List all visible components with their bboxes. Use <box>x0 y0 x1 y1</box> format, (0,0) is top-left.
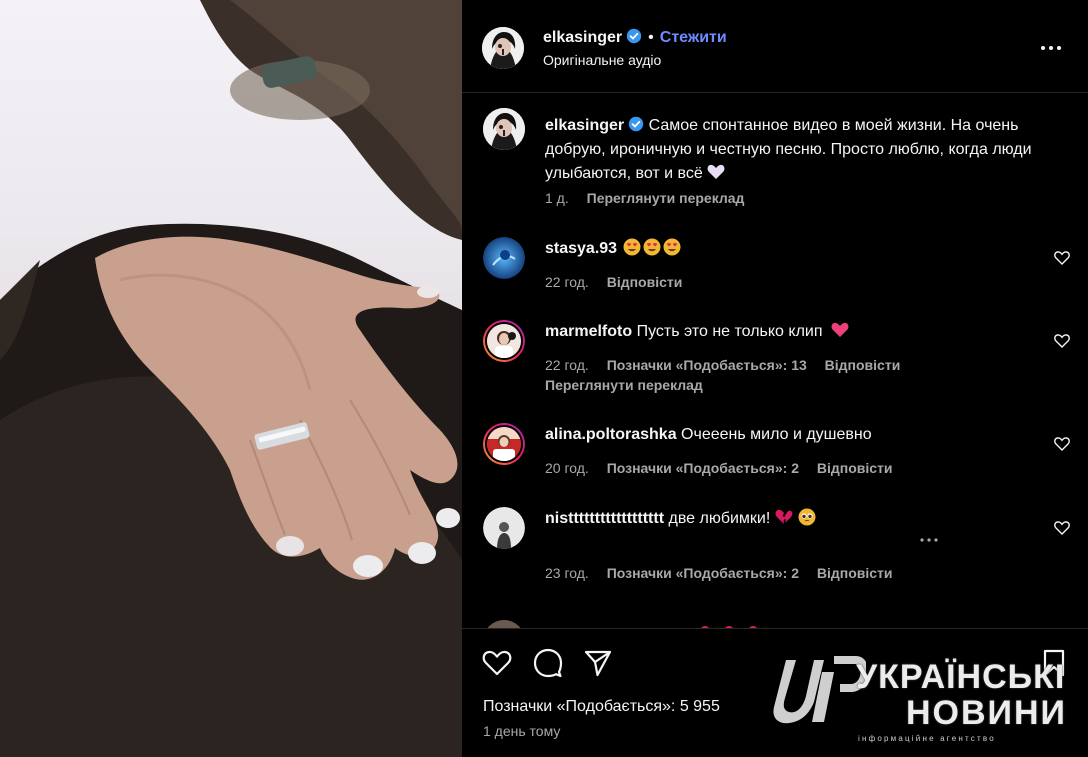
comment-meta: 20 год. Позначки «Подобається»: 2 Відпов… <box>545 460 907 476</box>
comment-options-icon[interactable] <box>918 535 940 545</box>
post-details-panel: elkasinger • Стежити Оригінальне аудіо e… <box>462 0 1088 757</box>
comment-like-heart-icon[interactable] <box>1054 436 1070 452</box>
avatar-inner <box>485 322 523 360</box>
post-header: elkasinger • Стежити Оригінальне аудіо <box>462 0 1088 92</box>
comment-avatar-image <box>483 237 525 279</box>
reply-button[interactable]: Відповісти <box>825 357 901 373</box>
caption-text-block: elkasinger Самое спонтанное видео в моей… <box>545 114 1045 186</box>
comment-like-heart-icon[interactable] <box>1054 250 1070 266</box>
like-heart-icon[interactable] <box>481 647 513 679</box>
caption-time[interactable]: 1 д. <box>545 190 569 206</box>
caption-avatar[interactable] <box>483 108 525 150</box>
video-frame-image <box>0 0 462 757</box>
comment-time[interactable]: 22 год. <box>545 357 589 373</box>
watermark-line-2: НОВИНИ <box>906 694 1067 732</box>
pink-heart-emoji-icon <box>831 322 849 337</box>
separator-dot: • <box>648 29 654 46</box>
comment-text-block: alina.poltorashka Очееень мило и душевно <box>545 423 1045 447</box>
caption-meta: 1 д. Переглянути переклад <box>545 190 758 206</box>
comment-text: Пусть это не только клип <box>636 323 823 340</box>
pleading-face-emoji-icon <box>798 508 816 526</box>
comment-meta: 22 год. Відповісти <box>545 274 696 290</box>
caption-avatar-image <box>483 108 525 150</box>
comment-like-heart-icon[interactable] <box>1054 520 1070 536</box>
reply-button[interactable]: Відповісти <box>817 565 893 581</box>
comment-avatar-image <box>487 427 521 461</box>
comment-username[interactable]: alina.poltorashka <box>545 426 677 443</box>
avatar-inner <box>485 425 523 463</box>
more-icon[interactable] <box>1038 38 1064 58</box>
comment-text-block: stasya.93 <box>545 237 1045 261</box>
comment-avatar[interactable] <box>483 320 525 362</box>
comment-avatar-image <box>483 507 525 549</box>
header-divider <box>462 92 1088 93</box>
comment-likes-count[interactable]: Позначки «Подобається»: 13 <box>607 357 807 373</box>
comment-text: две любимки! <box>668 510 771 527</box>
comment-meta: 22 год. Позначки «Подобається»: 13 Відпо… <box>545 357 914 373</box>
comment-avatar[interactable] <box>483 423 525 465</box>
comment-likes-count[interactable]: Позначки «Подобається»: 2 <box>607 565 799 581</box>
comment-avatar[interactable] <box>483 237 525 279</box>
comment-text-block: marmelfoto Пусть это не только клип <box>545 320 1045 344</box>
news-agency-watermark: УКРАЇНСЬКІ НОВИНИ інформаційне агентство <box>756 648 1065 748</box>
reply-button[interactable]: Відповісти <box>817 460 893 476</box>
share-icon[interactable] <box>582 647 614 679</box>
watermark-line-3: інформаційне агентство <box>858 734 996 743</box>
watermark-logo-icon <box>773 656 866 724</box>
comment-time[interactable]: 22 год. <box>545 274 589 290</box>
watermark-line-1: УКРАЇНСЬКІ <box>856 658 1066 696</box>
comment-row-partial <box>462 620 1088 628</box>
comment-likes-count[interactable]: Позначки «Подобається»: 2 <box>607 460 799 476</box>
actions-divider <box>462 628 1088 629</box>
author-avatar-image <box>482 27 524 69</box>
comment-time[interactable]: 20 год. <box>545 460 589 476</box>
reply-button[interactable]: Відповісти <box>607 274 683 290</box>
verified-badge-icon <box>626 28 642 44</box>
comment-text-block: nistttttttttttttttttt две любимки! <box>545 507 1045 531</box>
broken-heart-emoji-icon <box>775 509 793 524</box>
author-username[interactable]: elkasinger <box>543 29 622 46</box>
comment-avatar[interactable] <box>483 507 525 549</box>
comment-text: Очееень мило и душевно <box>681 426 872 443</box>
comment-avatar-image <box>487 324 521 358</box>
post-video[interactable] <box>0 0 462 757</box>
post-timestamp[interactable]: 1 день тому <box>483 723 560 739</box>
post-likes-count[interactable]: Позначки «Подобається»: 5 955 <box>483 698 720 716</box>
verified-badge-icon <box>628 116 644 132</box>
heart-eyes-emoji-icon <box>622 238 682 257</box>
comment-username[interactable]: nistttttttttttttttttt <box>545 510 664 527</box>
caption-username[interactable]: elkasinger <box>545 117 624 134</box>
comment-avatar[interactable] <box>483 620 525 628</box>
translate-link[interactable]: Переглянути переклад <box>545 377 703 393</box>
comments-list[interactable]: elkasinger Самое спонтанное видео в моей… <box>462 94 1088 628</box>
comment-meta: 23 год. Позначки «Подобається»: 2 Відпов… <box>545 565 907 581</box>
comment-time[interactable]: 23 год. <box>545 565 589 581</box>
caption-translate-link[interactable]: Переглянути переклад <box>587 190 745 206</box>
follow-button[interactable]: Стежити <box>660 29 727 46</box>
header-title-line: elkasinger • Стежити <box>543 28 727 47</box>
audio-label[interactable]: Оригінальне аудіо <box>543 52 661 68</box>
author-avatar[interactable] <box>482 27 524 69</box>
comment-like-heart-icon[interactable] <box>1054 333 1070 349</box>
comment-username[interactable]: stasya.93 <box>545 240 617 257</box>
white-heart-emoji-icon <box>707 164 725 179</box>
comment-icon[interactable] <box>532 647 564 679</box>
comment-username[interactable]: marmelfoto <box>545 323 632 340</box>
